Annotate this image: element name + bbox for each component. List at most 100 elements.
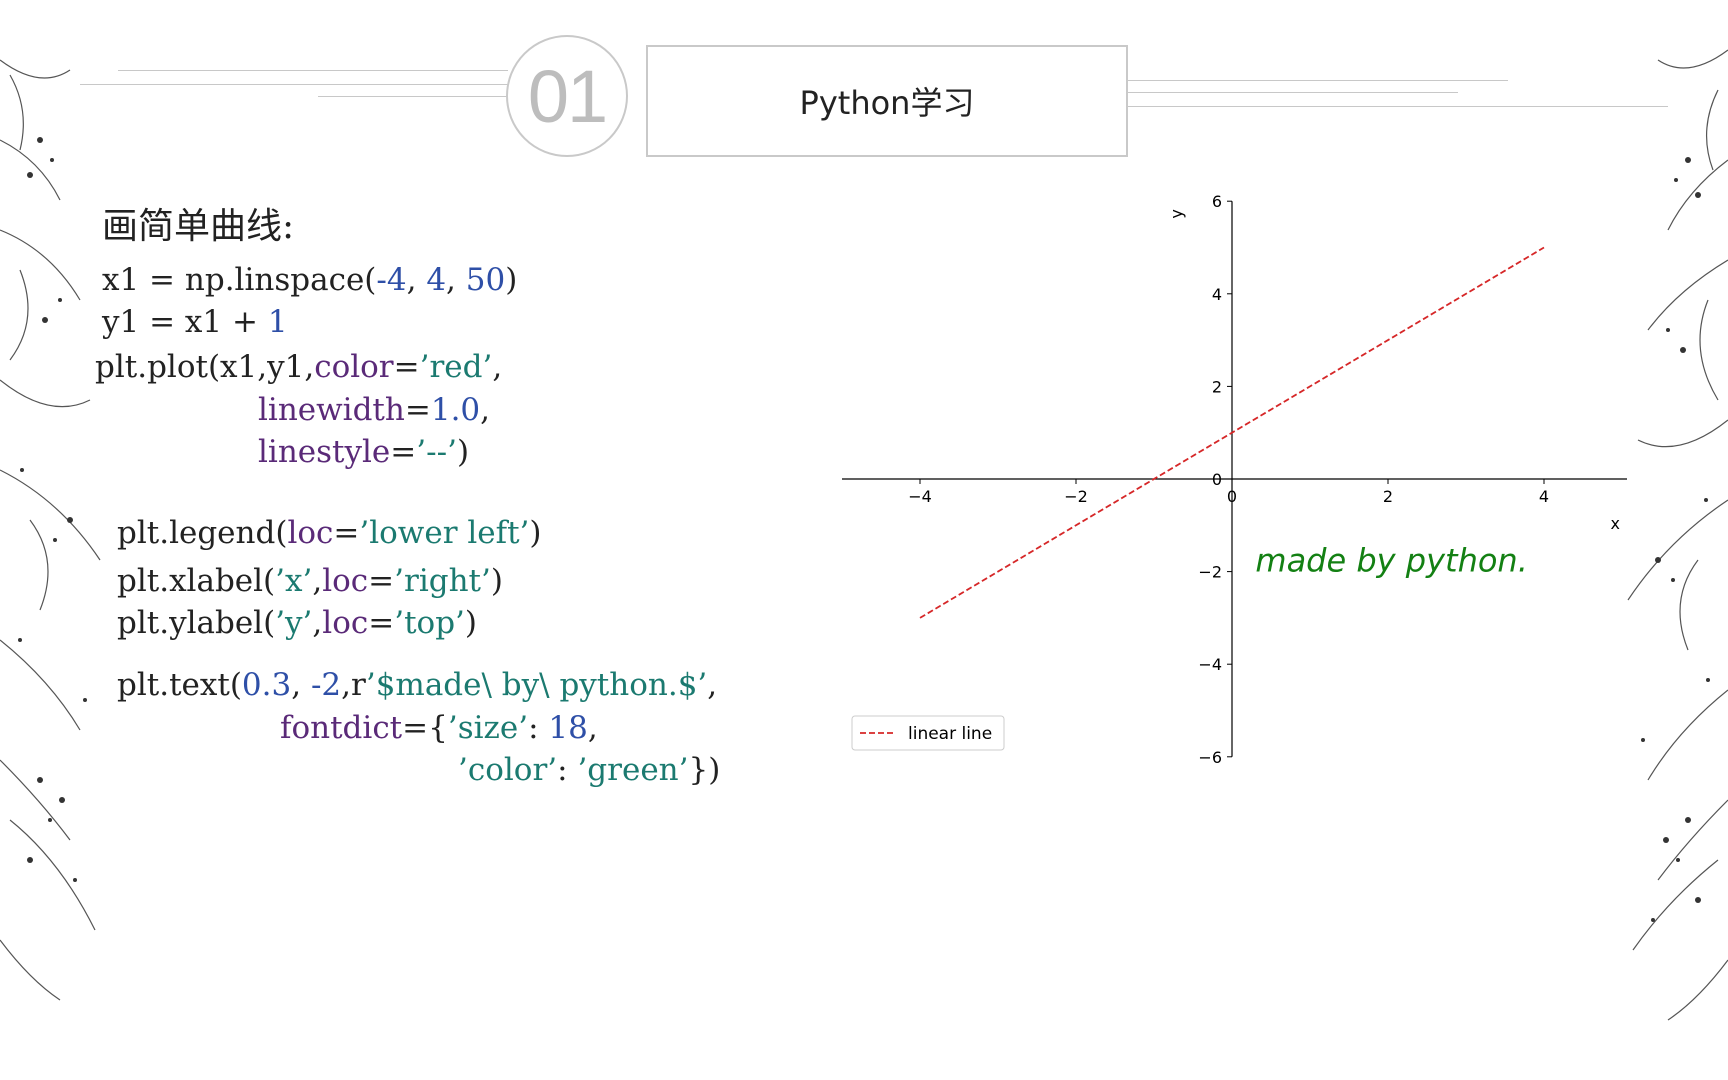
code-number: 4 xyxy=(426,262,447,298)
code-text: , xyxy=(312,563,323,599)
code-string: ’red’ xyxy=(419,349,493,385)
code-line-7: plt.xlabel(’x’,loc=’right’) xyxy=(117,566,503,597)
chart-canvas: −4 −2 0 2 4 −6 −4 −2 0 2 4 6 x y made by python. linear… xyxy=(842,192,1627,767)
code-text: ) xyxy=(464,605,478,641)
slide-subtitle: 画简单曲线: xyxy=(102,206,295,247)
header-line xyxy=(318,96,508,97)
code-text: plt.ylabel( xyxy=(117,605,276,641)
code-string: ’--’ xyxy=(416,434,457,470)
code-text: = xyxy=(393,349,420,385)
code-text: , xyxy=(587,710,598,746)
code-string: ’top’ xyxy=(394,605,465,641)
section-number: 01 xyxy=(527,54,608,138)
annotation-text: made by python. xyxy=(1255,542,1527,580)
y-tick-label: 4 xyxy=(1212,285,1222,304)
code-keyword: loc xyxy=(322,605,369,641)
decorative-branches-right xyxy=(1618,0,1728,1080)
code-number: 18 xyxy=(548,710,588,746)
code-keyword: linewidth xyxy=(258,392,405,428)
code-text: x1 = np.linspace( xyxy=(102,262,377,298)
code-string: ’right’ xyxy=(394,563,491,599)
header-line xyxy=(1128,92,1458,93)
code-number: 0.3 xyxy=(241,667,292,703)
code-number: 1.0 xyxy=(430,392,481,428)
code-string: ’lower left’ xyxy=(359,515,530,551)
line-chart: −4 −2 0 2 4 −6 −4 −2 0 2 4 6 x y made by python. linear… xyxy=(830,180,1630,784)
code-text: ) xyxy=(490,563,503,599)
header-line xyxy=(1128,80,1508,81)
code-keyword: linestyle xyxy=(258,434,391,470)
code-text: ) xyxy=(529,515,542,551)
x-axis-label: x xyxy=(1611,514,1620,533)
x-tick-label: 4 xyxy=(1539,487,1549,506)
code-text: plt.text( xyxy=(117,667,242,703)
y-tick-label: −4 xyxy=(1198,655,1222,674)
x-tick-label: 0 xyxy=(1227,487,1237,506)
code-text: ) xyxy=(456,434,470,470)
code-text: , xyxy=(707,667,718,703)
code-keyword: color xyxy=(314,349,394,385)
y-tick-label: −6 xyxy=(1198,748,1222,767)
y-tick-label: 6 xyxy=(1212,192,1222,211)
code-text: , xyxy=(480,392,491,428)
header-line xyxy=(118,70,508,71)
code-text: , xyxy=(312,605,323,641)
code-text: , xyxy=(492,349,503,385)
code-line-8: plt.ylabel(’y’,loc=’top’) xyxy=(117,608,477,639)
decorative-branches-left xyxy=(0,0,110,1080)
code-line-10: fontdict={’size’: 18, xyxy=(280,713,598,744)
code-text: ={ xyxy=(402,710,448,746)
y-tick-label: 0 xyxy=(1212,470,1222,489)
y-tick-label: 2 xyxy=(1212,377,1222,396)
code-text: plt.legend( xyxy=(117,515,288,551)
legend-label: linear line xyxy=(908,724,992,744)
section-number-badge: 01 xyxy=(506,35,628,157)
header-line xyxy=(80,84,508,85)
code-keyword: fontdict xyxy=(280,710,403,746)
code-text: plt.xlabel( xyxy=(117,563,276,599)
slide-title: Python学习 xyxy=(799,84,975,122)
code-text: ,r xyxy=(341,667,366,703)
code-text: plt.plot(x1,y1, xyxy=(95,349,315,385)
code-text: , xyxy=(406,262,427,298)
code-text: , xyxy=(446,262,466,298)
code-string: ’green’ xyxy=(577,752,689,788)
code-text: , xyxy=(291,667,311,703)
x-tick-label: 2 xyxy=(1383,487,1393,506)
code-line-2: y1 = x1 + 1 xyxy=(102,307,288,338)
code-text: = xyxy=(390,434,417,470)
code-text: = xyxy=(333,515,360,551)
code-text: }) xyxy=(688,752,721,788)
code-text: ) xyxy=(505,262,518,298)
code-text: : xyxy=(557,752,578,788)
code-line-9: plt.text(0.3, -2,r’$made\ by\ python.$’, xyxy=(117,670,717,701)
code-keyword: loc xyxy=(287,515,334,551)
y-axis-label: y xyxy=(1167,209,1186,218)
code-string: ’$made\ by\ python.$’ xyxy=(365,667,708,703)
x-tick-label: −4 xyxy=(908,487,932,506)
code-line-3: plt.plot(x1,y1,color=’red’, xyxy=(95,352,502,383)
code-text: y1 = x1 + xyxy=(102,304,268,340)
code-text: : xyxy=(528,710,549,746)
code-number: 1 xyxy=(267,304,288,340)
code-number: -2 xyxy=(310,667,342,703)
code-text: = xyxy=(404,392,431,428)
code-line-11: ’color’: ’green’}) xyxy=(458,755,720,786)
code-string: ’x’ xyxy=(275,563,313,599)
code-keyword: loc xyxy=(322,563,369,599)
code-line-4: linewidth=1.0, xyxy=(258,395,490,426)
code-string: ’color’ xyxy=(458,752,558,788)
code-number: -4 xyxy=(376,262,407,298)
code-line-6: plt.legend(loc=’lower left’) xyxy=(117,518,542,549)
slide-title-box: Python学习 xyxy=(646,45,1128,157)
code-string: ’y’ xyxy=(275,605,313,641)
header-line xyxy=(1128,106,1668,107)
code-text: = xyxy=(368,563,395,599)
code-line-5: linestyle=’--’) xyxy=(258,437,469,468)
code-line-1: x1 = np.linspace(-4, 4, 50) xyxy=(102,265,517,296)
code-string: ’size’ xyxy=(447,710,529,746)
code-text: = xyxy=(368,605,395,641)
x-tick-label: −2 xyxy=(1064,487,1088,506)
code-number: 50 xyxy=(465,262,506,298)
y-tick-label: −2 xyxy=(1198,563,1222,582)
